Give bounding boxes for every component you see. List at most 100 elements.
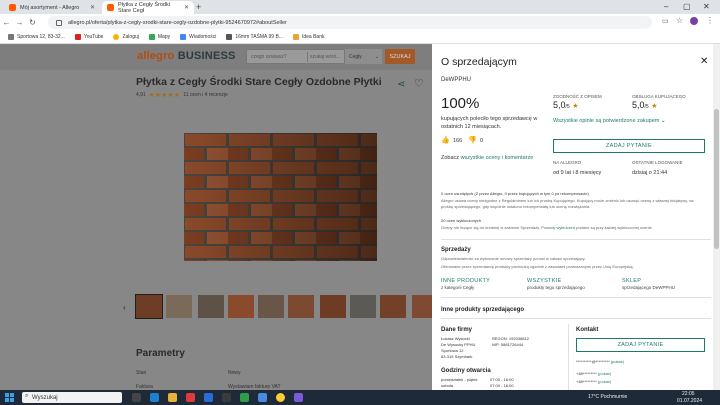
bookmark-item[interactable]: Wiadomości — [180, 34, 216, 40]
recommend-percent: 100% — [441, 95, 480, 112]
close-window-icon[interactable]: ✕ — [703, 2, 710, 11]
chrome-icon[interactable] — [276, 393, 285, 402]
thumbnail[interactable] — [288, 295, 314, 318]
edge-icon[interactable] — [150, 393, 159, 402]
gallery-prev-icon[interactable]: ‹ — [123, 303, 126, 312]
mail-icon[interactable] — [204, 393, 213, 402]
url-input[interactable]: allegro.pl/oferta/plytka-z-cegly-srodki-… — [48, 16, 652, 29]
bookmark-item[interactable]: YouTube — [74, 34, 103, 40]
thumbs-down-icon: 👎 — [468, 137, 477, 144]
bookmark-item[interactable]: 16mm TAŚMA 99 B... — [226, 34, 283, 40]
contact-email: **********@********* (pokaż) — [576, 359, 625, 364]
back-icon[interactable]: ← — [0, 18, 13, 27]
new-tab-icon[interactable]: + — [196, 2, 201, 12]
heart-icon[interactable]: ♡ — [414, 77, 424, 90]
menu-dots-icon[interactable]: ⋮ — [706, 16, 714, 25]
thumbnail[interactable] — [320, 295, 346, 318]
maximize-icon[interactable]: ▢ — [683, 2, 691, 11]
bookmark-item[interactable]: Zaloguj — [113, 34, 139, 40]
seller-name: DeWPPHU — [441, 77, 472, 83]
link-shop[interactable]: SKLEP — [622, 278, 641, 284]
opinions-link[interactable]: Wszystkie opinie są potwierdzone zakupem… — [553, 118, 666, 124]
scrollbar-thumb[interactable] — [714, 109, 719, 249]
other-products-heading: Inne produkty sprzedającego — [441, 307, 525, 313]
thumbnail[interactable] — [380, 295, 406, 318]
hours-days: sobota — [441, 383, 454, 388]
last-login-label: OSTATNIE LOGOWANIE — [632, 160, 683, 165]
product-rating[interactable]: 4,91 ★★★★★ 11 ocen i 4 recenzje — [136, 91, 228, 99]
address-bar-row: ← → ↻ allegro.pl/oferta/plytka-z-cegly-s… — [0, 14, 720, 31]
search-scope[interactable]: szukaj wśró... — [310, 54, 340, 60]
thumbnail[interactable] — [198, 295, 224, 318]
file-explorer-icon[interactable] — [168, 393, 177, 402]
page-scrollbar[interactable] — [713, 44, 720, 390]
hours-heading: Godziny otwarcia — [441, 368, 491, 374]
thumbnail[interactable] — [228, 295, 254, 318]
excel-icon[interactable] — [240, 393, 249, 402]
thumbnail[interactable] — [412, 295, 432, 318]
negative-count: 0 — [480, 138, 484, 144]
cast-icon[interactable]: ▭ — [662, 17, 669, 25]
show-phone-link[interactable]: (pokaż) — [598, 371, 611, 376]
tab-plytka[interactable]: Płytka z Cegły Środki Stare Cegł ✕ — [102, 1, 194, 14]
sales-text: Oferowane przez sprzedawcę produkty poch… — [441, 264, 634, 269]
clock-date[interactable]: 01.07.2024 — [677, 398, 702, 404]
product-photo[interactable] — [184, 133, 377, 261]
share-icon[interactable]: ⋖ — [397, 79, 405, 90]
thumbnail[interactable] — [258, 295, 284, 318]
thumbnail[interactable] — [350, 295, 376, 318]
ask-question-button[interactable]: ZADAJ PYTANIE — [553, 139, 705, 153]
search-input[interactable]: czego szukasz? szukaj wśró... Cegły ⌄ — [246, 49, 382, 64]
bookmarks-bar: Sportowa 12, 83-32... YouTube Zaloguj Ma… — [0, 31, 720, 44]
comments-link[interactable]: Zobacz wszystkie oceny i komentarze — [441, 155, 533, 161]
exclusions-link[interactable]: wykluczeń — [557, 225, 575, 230]
thumbnail[interactable] — [135, 294, 163, 319]
page-icon — [226, 34, 233, 40]
rating-stars: ★★★★★ — [148, 92, 181, 99]
close-tab-icon[interactable]: ✕ — [90, 4, 95, 11]
show-phone-link[interactable]: (pokaż) — [598, 379, 611, 384]
hours-time: 07:00 - 16:00 — [490, 383, 514, 388]
category-select[interactable]: Cegły ⌄ — [344, 49, 382, 64]
profile-avatar[interactable] — [690, 17, 698, 25]
app-icon[interactable] — [294, 393, 303, 402]
show-email-link[interactable]: (pokaż) — [611, 359, 624, 364]
recommend-description: kupujących poleciło tego sprzedawcę w os… — [441, 116, 538, 130]
contact-ask-button[interactable]: ZADAJ PYTANIE — [576, 338, 705, 352]
zgodnosc-label: ZGODNOŚĆ Z OPISEM — [553, 94, 602, 99]
forward-icon[interactable]: → — [13, 18, 26, 27]
bookmark-item[interactable]: Mapy — [148, 34, 170, 40]
allegro-favicon-icon — [9, 4, 16, 11]
task-view-icon[interactable] — [132, 393, 141, 402]
browser-tab-bar: Mój asortyment - Allegro ✕ Płytka z Cegł… — [0, 0, 720, 14]
allegro-business-logo[interactable]: allegro BUSINESS — [137, 50, 236, 62]
minimize-icon[interactable]: – — [664, 2, 668, 11]
link-sub: z kategorii Cegły — [441, 285, 475, 290]
reload-icon[interactable]: ↻ — [26, 18, 39, 27]
excluded-text: Oceny nie liczące się do średniej w zakr… — [441, 225, 653, 230]
link-other-products[interactable]: INNE PRODUKTY — [441, 278, 490, 284]
clock-time[interactable]: 22:05 — [682, 391, 695, 397]
contact-phone: +48********* (pokaż) — [576, 379, 612, 384]
bookmark-item[interactable]: Sportowa 12, 83-32... — [8, 34, 65, 40]
tab-moj-asortyment[interactable]: Mój asortyment - Allegro ✕ — [4, 1, 100, 14]
removed-heading: 0 ocen usuniętych (Z przez Allegro, 0 pr… — [441, 191, 589, 196]
link-sub: produkty tego sprzedającego — [527, 285, 585, 290]
bookmark-item[interactable]: Idea Bank — [292, 34, 325, 40]
app-icon[interactable] — [258, 393, 267, 402]
bookmark-star-icon[interactable]: ☆ — [676, 16, 683, 25]
app-icon[interactable] — [186, 393, 195, 402]
close-icon[interactable]: ✕ — [700, 56, 708, 67]
bank-icon — [292, 34, 299, 40]
search-button[interactable]: SZUKAJ — [385, 49, 415, 64]
taskbar-search-input[interactable]: ⌕ Wyszukaj — [22, 392, 122, 403]
product-title: Płytka z Cegły Środki Stare Cegły Ozdobn… — [136, 76, 382, 88]
on-allegro-label: NA ALLEGRO — [553, 160, 582, 165]
weather-widget[interactable]: 17°C Pochmurnie — [588, 394, 627, 400]
link-sub: sprzedającego DeWPPHU — [622, 285, 676, 290]
close-tab-icon[interactable]: ✕ — [184, 4, 189, 11]
windows-start-icon[interactable] — [5, 393, 14, 402]
link-all-products[interactable]: WSZYSTKIE — [527, 278, 561, 284]
thumbnail[interactable] — [166, 295, 192, 318]
store-icon[interactable] — [222, 393, 231, 402]
